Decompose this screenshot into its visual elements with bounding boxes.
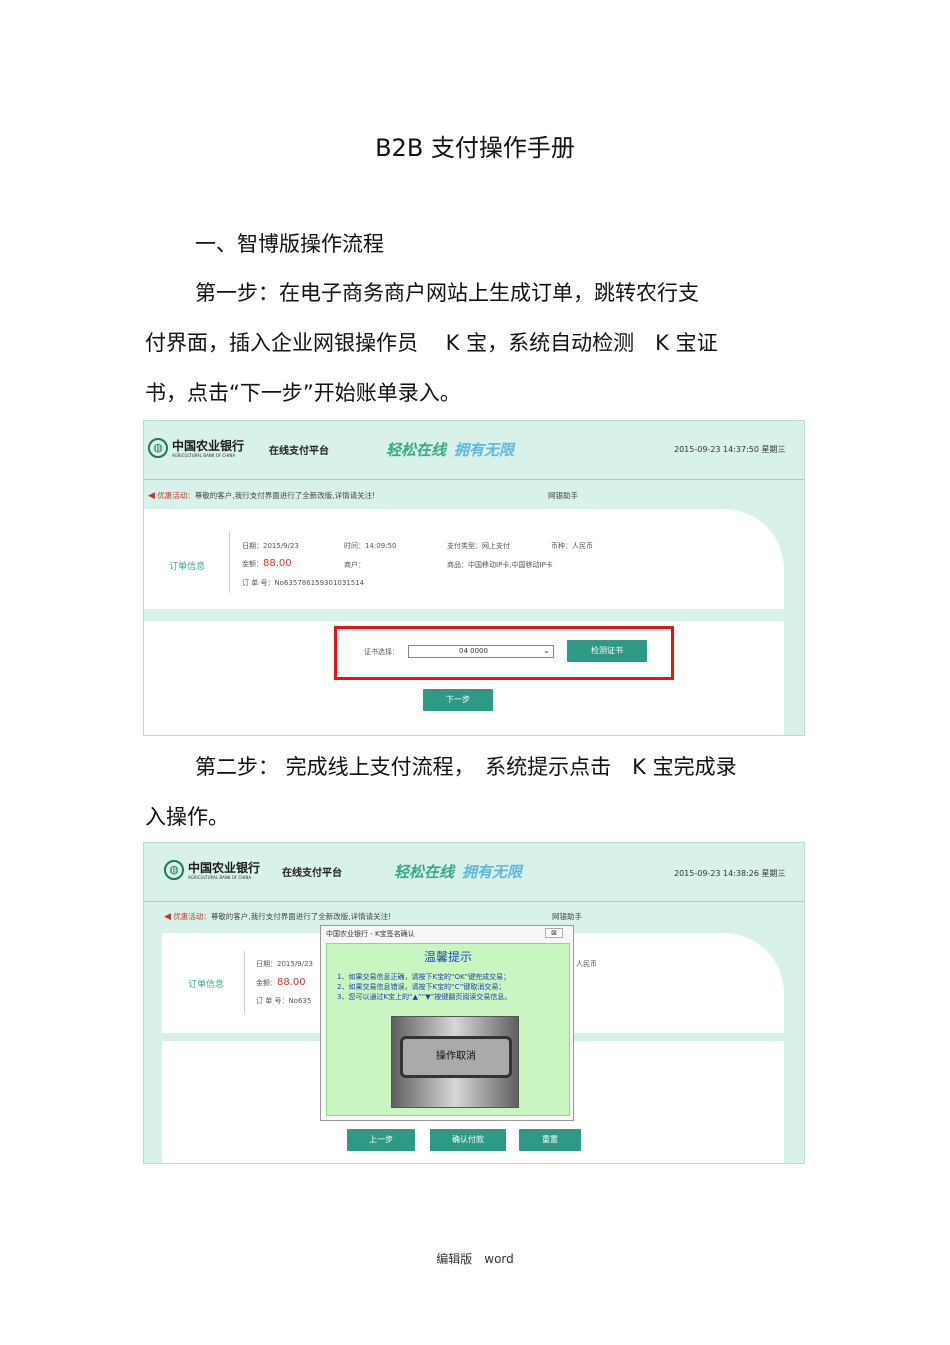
abc-logo-icon: ◍ <box>164 860 184 880</box>
order-label: 订单信息 <box>169 562 206 572</box>
step2-line1: 第二步： 完成线上支付流程， 系统提示点击 K 宝完成录 <box>195 755 737 779</box>
order-goods: 商品：中国移动IP卡,中国移动IP卡 <box>447 561 553 569</box>
bank-header: ◍ 中国农业银行 AGRICULTURAL BANK OF CHINA 在线支付… <box>144 843 804 899</box>
cert-select[interactable]: 04 0000 ⌄ <box>408 645 554 658</box>
cert-value: 04 0000 <box>459 647 488 655</box>
dialog-title: 中国农业银行 - K宝签名确认 <box>326 930 415 938</box>
step1-line2: 付界面，插入企业网银操作员 K 宝，系统自动检测 K 宝证 <box>145 331 718 355</box>
order-time: 时间：14:09:50 <box>344 542 397 550</box>
order-date: 日期：2015/9/23 <box>256 960 313 968</box>
slogan: 轻松在线 拥有无限 <box>394 861 522 882</box>
dialog-line-2: 2、如果交易信息错误，请按下K宝的“C”键取消交易； <box>337 983 506 991</box>
cert-label: 证书选择： <box>364 648 399 656</box>
dialog-body: 温馨提示 1、如果交易信息正确，请按下K宝的“OK”键完成交易； 2、如果交易信… <box>326 943 570 1116</box>
kbao-screen: 操作取消 <box>400 1036 512 1078</box>
confirm-payment-button[interactable]: 确认付款 <box>430 1129 506 1151</box>
order-divider <box>244 951 245 1013</box>
order-merchant: 商户： <box>344 561 365 569</box>
abc-logo-icon: ◍ <box>148 438 168 458</box>
megaphone-icon: ◀ <box>148 491 155 501</box>
check-cert-button[interactable]: 检测证书 <box>567 640 647 662</box>
kbao-device: 操作取消 <box>391 1016 519 1108</box>
notice-text[interactable]: 尊敬的客户,我行支付界面进行了全新改版,详情请关注! <box>211 912 391 921</box>
bank-name: 中国农业银行 <box>188 861 261 875</box>
order-currency: 人民币 <box>576 960 597 968</box>
prev-step-button[interactable]: 上一步 <box>347 1129 415 1151</box>
header-divider <box>144 479 804 480</box>
order-pay-type: 支付类型：网上支付 <box>447 542 510 550</box>
bank-name-en: AGRICULTURAL BANK OF CHINA <box>172 453 236 458</box>
helper-link[interactable]: 网银助手 <box>552 911 582 922</box>
amount-value: 88.00 <box>263 558 292 569</box>
reset-button[interactable]: 重置 <box>519 1129 581 1151</box>
notice-text[interactable]: 尊敬的客户,我行支付界面进行了全新改版,详情请关注! <box>195 491 375 500</box>
order-amount: 金额：88.00 <box>256 977 306 988</box>
bank-header: ◍ 中国农业银行 AGRICULTURAL BANK OF CHINA 在线支付… <box>144 421 804 477</box>
slogan-1: 轻松在线 <box>394 863 455 881</box>
notice-bar: ◀ 优惠活动：尊敬的客户,我行支付界面进行了全新改版,详情请关注! <box>148 490 375 501</box>
bank-name-en: AGRICULTURAL BANK OF CHINA <box>188 875 252 880</box>
order-amount: 金额：88.00 <box>242 558 292 569</box>
helper-link[interactable]: 网银助手 <box>548 490 578 501</box>
next-step-button[interactable]: 下一步 <box>423 689 493 711</box>
notice-tag: 优惠活动： <box>157 491 195 500</box>
step1-line1: 第一步：在电子商务商户网站上生成订单，跳转农行支 <box>195 281 699 305</box>
datetime: 2015-09-23 14:38:26 星期三 <box>674 869 786 878</box>
order-number: 订 单 号：No635786159301031514 <box>242 579 365 587</box>
screenshot-kbao-confirm: ◍ 中国农业银行 AGRICULTURAL BANK OF CHINA 在线支付… <box>143 842 805 1164</box>
dialog-heading: 温馨提示 <box>423 950 472 964</box>
amount-label: 金额： <box>242 560 263 568</box>
notice-bar: ◀ 优惠活动：尊敬的客户,我行支付界面进行了全新改版,详情请关注! <box>164 911 391 922</box>
order-panel: 订单信息 日期：2015/9/23 时间：14:09:50 支付类型：网上支付 … <box>144 509 784 609</box>
megaphone-icon: ◀ <box>164 912 171 922</box>
header-divider <box>144 901 804 902</box>
step1-line3: 书，点击“下一步”开始账单录入。 <box>145 381 461 405</box>
kbao-confirm-dialog: 中国农业银行 - K宝签名确认 ⊠ 温馨提示 1、如果交易信息正确，请按下K宝的… <box>320 925 574 1121</box>
order-divider <box>229 531 230 593</box>
bank-name: 中国农业银行 <box>172 439 245 453</box>
slogan: 轻松在线 拥有无限 <box>386 439 514 460</box>
order-currency: 币种：人民币 <box>551 542 593 550</box>
order-number: 订 单 号：No635 <box>256 997 312 1005</box>
order-date: 日期：2015/9/23 <box>242 542 299 550</box>
order-label: 订单信息 <box>188 980 225 990</box>
step2-paragraph: 第二步： 完成线上支付流程， 系统提示点击 K 宝完成录 入操作。 <box>145 742 810 842</box>
platform-name: 在线支付平台 <box>269 446 329 457</box>
document-title: B2B 支付操作手册 <box>375 134 575 162</box>
cert-panel: 证书选择： 04 0000 ⌄ 检测证书 下一步 <box>144 621 784 735</box>
step1-paragraph: 第一步：在电子商务商户网站上生成订单，跳转农行支 付界面，插入企业网银操作员 K… <box>145 268 805 418</box>
section-heading: 一、智博版操作流程 <box>195 232 384 256</box>
page-footer: 编辑版 word <box>436 1252 514 1266</box>
notice-tag: 优惠活动： <box>173 912 211 921</box>
dialog-line-3: 3、您可以通过K宝上的“▲”“▼”按键翻页阅读交易信息。 <box>337 993 512 1001</box>
close-icon[interactable]: ⊠ <box>545 928 563 938</box>
chevron-down-icon: ⌄ <box>543 646 550 655</box>
dialog-line-1: 1、如果交易信息正确，请按下K宝的“OK”键完成交易； <box>337 973 511 981</box>
slogan-1: 轻松在线 <box>386 441 447 459</box>
amount-label: 金额： <box>256 979 277 987</box>
datetime: 2015-09-23 14:37:50 星期三 <box>674 445 786 454</box>
step2-line2: 入操作。 <box>145 805 229 829</box>
screenshot-certificate-check: ◍ 中国农业银行 AGRICULTURAL BANK OF CHINA 在线支付… <box>143 420 805 736</box>
platform-name: 在线支付平台 <box>282 868 342 879</box>
amount-value: 88.00 <box>277 977 306 988</box>
slogan-2: 拥有无限 <box>454 441 515 459</box>
slogan-2: 拥有无限 <box>462 863 523 881</box>
